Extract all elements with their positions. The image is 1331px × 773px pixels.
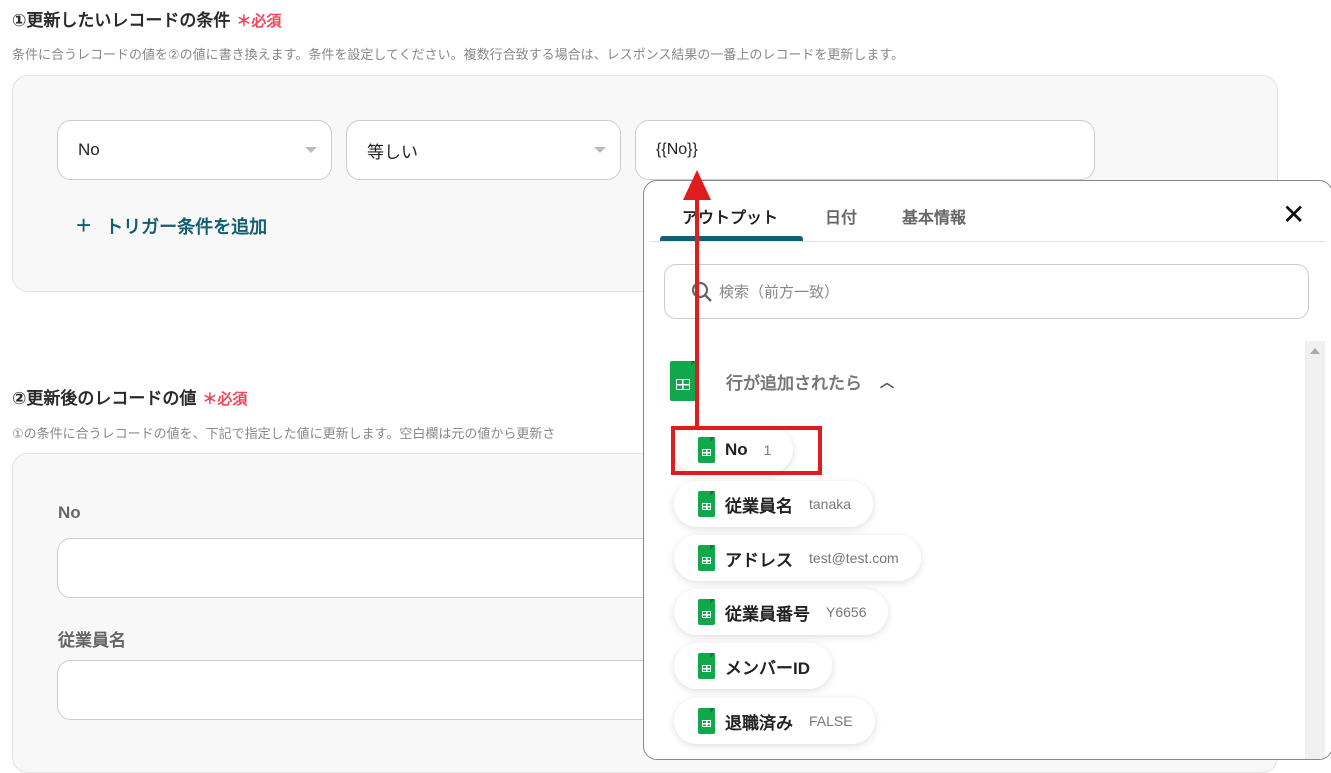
- tab-divider: [650, 241, 1326, 242]
- scrollbar[interactable]: [1305, 341, 1325, 759]
- output-item-key: 従業員番号: [725, 604, 810, 624]
- google-sheets-icon: [698, 545, 715, 571]
- tab-basic-info[interactable]: 基本情報: [902, 204, 966, 228]
- chevron-up-icon: ︿: [880, 373, 894, 390]
- group-header[interactable]: 行が追加されたら ︿: [726, 369, 894, 394]
- operator-select[interactable]: 等しい: [346, 120, 621, 180]
- red-arrow-annotation: [683, 170, 711, 426]
- value-input-text: {{No}}: [656, 141, 698, 158]
- required-badge: ＊必須: [202, 391, 248, 408]
- chevron-down-icon: [305, 147, 317, 153]
- section1-title-text: ①更新したいレコードの条件: [12, 11, 231, 30]
- output-item[interactable]: メンバーID: [674, 643, 832, 689]
- output-picker-popup: アウトプット 日付 基本情報 ✕ 検索（前方一致） 行が追加されたら ︿ No 1 従…: [643, 180, 1331, 760]
- employee-name-input[interactable]: [57, 660, 697, 720]
- output-item-value: tanaka: [809, 496, 852, 512]
- output-item-key: 従業員名: [725, 496, 793, 516]
- field-label-no: No: [58, 503, 81, 522]
- search-placeholder: 検索（前方一致）: [719, 284, 840, 301]
- output-item[interactable]: 退職済み FALSE: [674, 698, 875, 744]
- output-item-key: 退職済み: [725, 713, 793, 733]
- add-condition-label: トリガー条件を追加: [105, 216, 268, 237]
- output-item-value: Y6656: [826, 604, 867, 620]
- google-sheets-icon: [698, 599, 715, 625]
- section2-title-text: ②更新後のレコードの値: [12, 389, 197, 408]
- field-select-value: No: [78, 140, 100, 159]
- output-item[interactable]: 従業員番号 Y6656: [674, 589, 889, 635]
- tab-date[interactable]: 日付: [825, 204, 857, 228]
- output-item[interactable]: アドレス test@test.com: [674, 535, 921, 581]
- group-title: 行が追加されたら: [726, 374, 862, 393]
- output-item-key: アドレス: [725, 550, 793, 570]
- chevron-down-icon: [594, 147, 606, 153]
- output-item-value: FALSE: [809, 713, 853, 729]
- no-input[interactable]: [57, 538, 697, 598]
- section1-title: ①更新したいレコードの条件 ＊必須: [12, 6, 281, 31]
- google-sheets-icon: [698, 491, 715, 517]
- output-item[interactable]: 従業員名 tanaka: [674, 481, 874, 527]
- search-input[interactable]: 検索（前方一致）: [664, 264, 1309, 319]
- add-trigger-condition-button[interactable]: + トリガー条件を追加: [76, 210, 267, 241]
- output-item-key: メンバーID: [725, 658, 810, 678]
- plus-icon: +: [76, 210, 92, 240]
- output-item-value: test@test.com: [809, 550, 899, 566]
- scroll-up-icon[interactable]: [1310, 348, 1320, 354]
- operator-select-value: 等しい: [367, 142, 418, 162]
- required-badge: ＊必須: [236, 13, 282, 30]
- highlight-box: [671, 426, 822, 475]
- section2-title: ②更新後のレコードの値 ＊必須: [12, 384, 247, 409]
- field-label-employee-name: 従業員名: [58, 631, 126, 650]
- close-icon[interactable]: ✕: [1282, 201, 1305, 229]
- section2-description: ①の条件に合うレコードの値を、下記で指定した値に更新します。空白欄は元の値から更…: [12, 426, 556, 441]
- field-select[interactable]: No: [57, 120, 332, 180]
- google-sheets-icon: [698, 653, 715, 679]
- section1-description: 条件に合うレコードの値を②の値に書き換えます。条件を設定してください。複数行合致…: [12, 47, 905, 62]
- google-sheets-icon: [698, 708, 715, 734]
